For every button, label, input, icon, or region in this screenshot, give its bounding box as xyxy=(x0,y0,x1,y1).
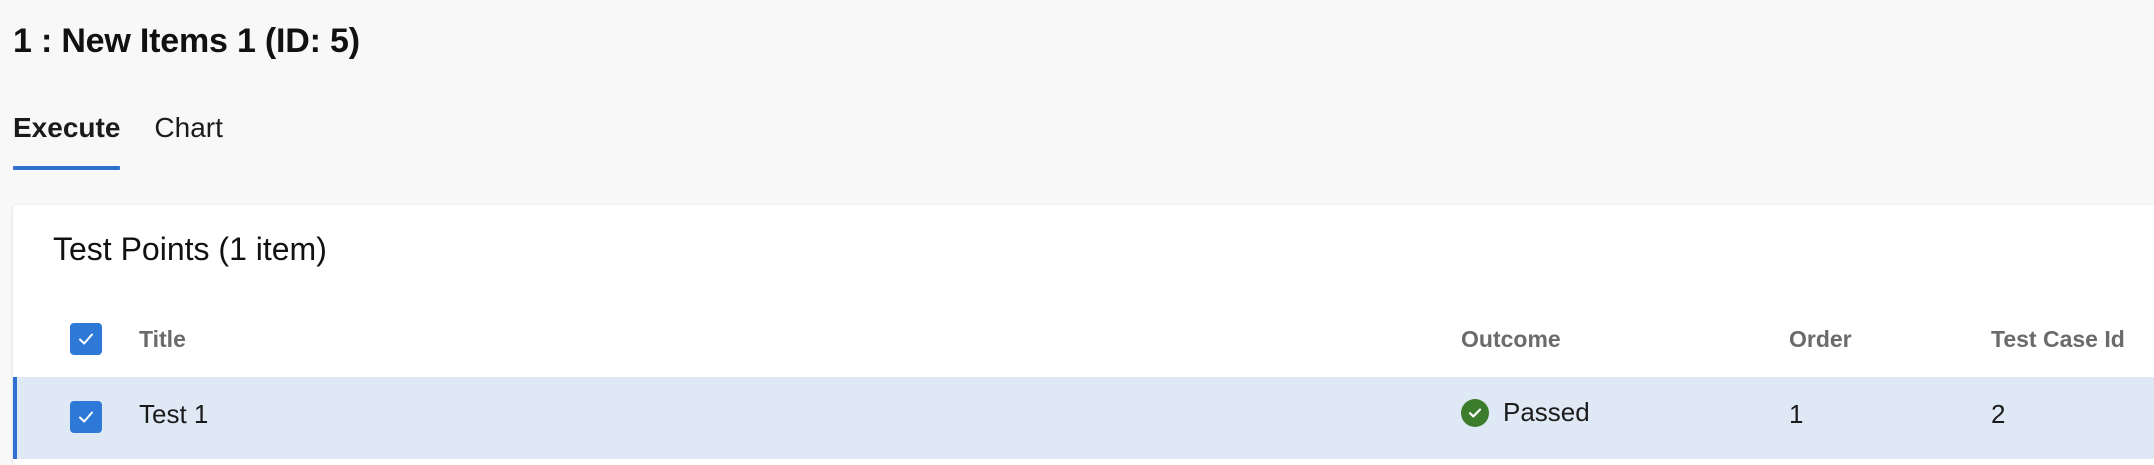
tab-execute[interactable]: Execute xyxy=(13,104,121,174)
column-header-test-case-id[interactable]: Test Case Id xyxy=(1991,326,2125,353)
select-all-checkbox[interactable] xyxy=(70,323,102,355)
row-outcome: Passed xyxy=(1461,397,1590,428)
row-checkbox[interactable] xyxy=(70,401,102,433)
check-circle-icon xyxy=(1461,398,1489,427)
checkmark-icon xyxy=(79,411,93,423)
column-header-outcome[interactable]: Outcome xyxy=(1461,326,1561,353)
table-header-row: Title Outcome Order Test Case Id xyxy=(13,310,2154,370)
row-title[interactable]: Test 1 xyxy=(139,399,208,430)
table-row[interactable]: Test 1 Passed 1 2 xyxy=(13,377,2154,459)
column-header-title[interactable]: Title xyxy=(139,326,186,353)
test-points-panel: Test Points (1 item) Title Outcome Order… xyxy=(13,205,2154,465)
row-test-case-id: 2 xyxy=(1991,399,2006,429)
outcome-label: Passed xyxy=(1503,397,1590,427)
tab-chart[interactable]: Chart xyxy=(154,104,222,174)
tab-bar: Execute Chart xyxy=(13,104,257,174)
column-header-order[interactable]: Order xyxy=(1789,326,1852,353)
row-order: 1 xyxy=(1789,399,1804,429)
checkmark-icon xyxy=(79,333,93,345)
page-title: 1 : New Items 1 (ID: 5) xyxy=(13,22,360,60)
panel-title: Test Points (1 item) xyxy=(53,231,327,267)
